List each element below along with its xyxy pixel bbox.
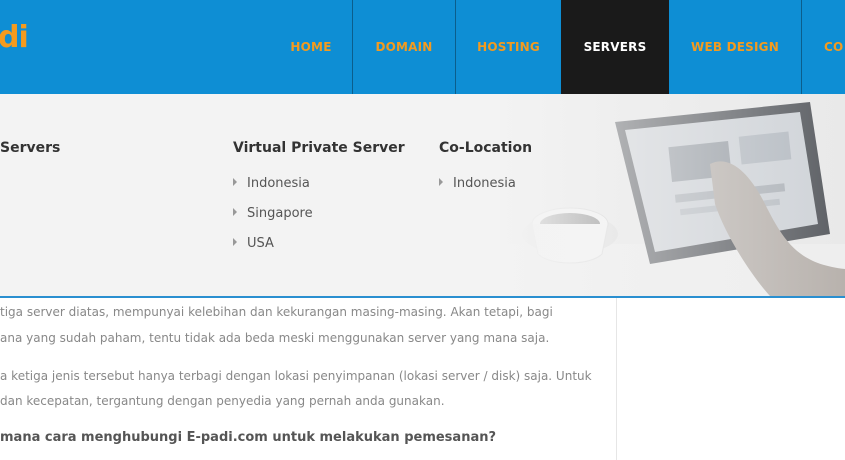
menu-col-vps-title[interactable]: Virtual Private Server	[233, 140, 405, 156]
sidebar-divider	[616, 298, 617, 460]
nav-domain[interactable]: DOMAIN	[353, 0, 455, 94]
paragraph-line: tiga server diatas, mempunyai kelebihan …	[0, 305, 553, 319]
menu-col-colocation-title[interactable]: Co-Location	[439, 140, 532, 156]
site-header: di HOME DOMAIN HOSTING SERVERS WEB DESIG…	[0, 0, 845, 94]
caret-right-icon	[233, 238, 237, 246]
nav-home[interactable]: HOME	[270, 0, 352, 94]
caret-right-icon	[233, 178, 237, 186]
nav-hosting[interactable]: HOSTING	[456, 0, 561, 94]
caret-right-icon	[439, 178, 443, 186]
nav-colocation[interactable]: CO	[802, 0, 845, 94]
servers-mega-menu: Servers Virtual Private Server Indonesia…	[0, 94, 845, 296]
menu-link-label: USA	[247, 236, 274, 251]
menu-link-vps-indonesia[interactable]: Indonesia	[233, 176, 310, 191]
paragraph-line: dan kecepatan, tergantung dengan penyedi…	[0, 394, 445, 408]
nav-web-design[interactable]: WEB DESIGN	[669, 0, 801, 94]
paragraph-line: a ketiga jenis tersebut hanya terbagi de…	[0, 369, 592, 383]
menu-col-servers-title[interactable]: Servers	[0, 140, 60, 156]
menu-link-label: Indonesia	[247, 176, 310, 191]
mega-menu-bottom-border	[0, 296, 845, 298]
menu-link-vps-singapore[interactable]: Singapore	[233, 206, 313, 221]
site-logo[interactable]: di	[0, 20, 29, 55]
menu-link-colocation-indonesia[interactable]: Indonesia	[439, 176, 516, 191]
menu-link-vps-usa[interactable]: USA	[233, 236, 274, 251]
nav-servers[interactable]: SERVERS	[561, 0, 669, 94]
menu-link-label: Indonesia	[453, 176, 516, 191]
caret-right-icon	[233, 208, 237, 216]
menu-link-label: Singapore	[247, 206, 313, 221]
tablet-coffee-photo	[500, 94, 845, 296]
faq-question: mana cara menghubungi E-padi.com untuk m…	[0, 430, 497, 445]
paragraph-line: ana yang sudah paham, tentu tidak ada be…	[0, 331, 550, 345]
